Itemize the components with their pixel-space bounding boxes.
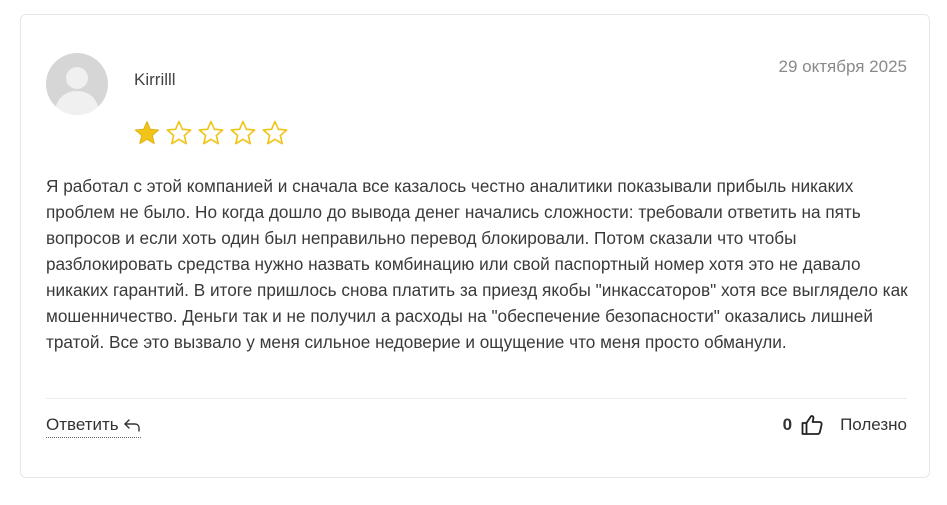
- reply-button[interactable]: Ответить: [46, 415, 141, 438]
- avatar: [46, 53, 108, 115]
- star-filled-icon: [134, 121, 160, 145]
- star-outline-icon: [166, 120, 192, 145]
- review-text: Я работал с этой компанией и сначала все…: [46, 176, 908, 352]
- star-outline-icon: [262, 120, 288, 145]
- review-date: 29 октября 2025: [778, 57, 907, 76]
- user-placeholder-icon: [46, 53, 108, 115]
- reply-label: Ответить: [46, 415, 119, 434]
- reply-arrow-icon: [123, 419, 140, 432]
- thumbs-up-icon[interactable]: [800, 413, 824, 437]
- star-rating: [133, 119, 289, 147]
- divider: [46, 398, 907, 399]
- star-outline-icon: [198, 120, 224, 145]
- review-card: Kirrilll 29 октября 2025 Я работал с это…: [20, 14, 930, 478]
- star-outline-icon: [230, 120, 256, 145]
- author-name: Kirrilll: [134, 70, 176, 89]
- helpful-count: 0: [782, 415, 793, 434]
- helpful-section: 0 Полезно: [783, 413, 907, 437]
- helpful-button[interactable]: Полезно: [840, 415, 907, 435]
